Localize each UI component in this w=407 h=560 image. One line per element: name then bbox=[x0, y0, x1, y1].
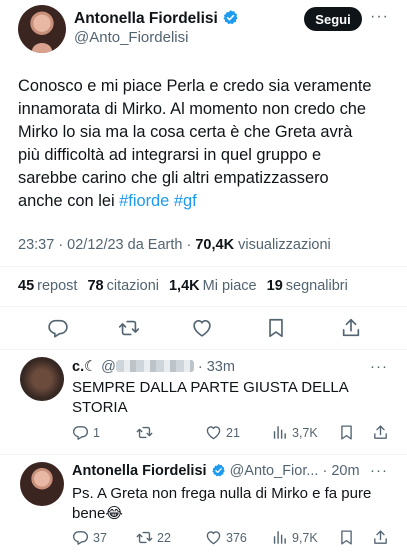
reply-handle[interactable]: @Anto_Fior... bbox=[230, 463, 319, 479]
tweet-text-line: Mirko lo sia ma la cosa certa è che Gret… bbox=[18, 123, 353, 141]
reply-views-button[interactable]: 3,7K bbox=[271, 424, 318, 441]
reply-header: Antonella Fiordelisi @Anto_Fior... · 20m bbox=[72, 463, 360, 479]
tweet-timestamp[interactable]: 23:37 · 02/12/23 da Earth · bbox=[18, 237, 191, 253]
share-icon[interactable] bbox=[372, 529, 389, 546]
repost-icon bbox=[136, 531, 153, 544]
likes-stat[interactable]: 1,4K Mi piace bbox=[169, 278, 257, 294]
reply-views-count: 3,7K bbox=[292, 425, 318, 440]
follow-button[interactable]: Segui bbox=[304, 7, 362, 31]
reply-like-button[interactable]: 376 bbox=[205, 529, 247, 546]
repost-icon bbox=[136, 426, 153, 439]
reply-time[interactable]: · 20m bbox=[322, 463, 359, 479]
divider bbox=[0, 349, 407, 350]
views-label: visualizzazioni bbox=[238, 237, 331, 253]
divider bbox=[0, 266, 407, 267]
views-icon bbox=[273, 426, 286, 439]
reply-text-line: SEMPRE DALLA PARTE GIUSTA DELLA bbox=[72, 379, 349, 396]
bookmarks-count: 19 bbox=[266, 278, 283, 294]
share-icon[interactable] bbox=[340, 317, 362, 339]
likes-count: 1,4K bbox=[168, 278, 200, 294]
reply-reply-button[interactable]: 37 bbox=[72, 529, 107, 546]
verified-badge-icon bbox=[223, 10, 238, 25]
bookmarks-label: segnalibri bbox=[285, 278, 348, 294]
reply-replies-count: 1 bbox=[93, 425, 100, 440]
tweet-text-last-line: anche con lei #fiorde #gf bbox=[18, 190, 402, 213]
divider bbox=[0, 454, 407, 455]
reply-author-name[interactable]: Antonella Fiordelisi bbox=[72, 463, 207, 479]
bookmark-icon[interactable] bbox=[265, 317, 287, 339]
reply-reply-button[interactable]: 1 bbox=[72, 424, 100, 441]
divider bbox=[0, 306, 407, 307]
reply-repost-button[interactable] bbox=[136, 424, 157, 441]
author-handle[interactable]: @Anto_Fiordelisi bbox=[74, 29, 188, 46]
reply-handle[interactable]: @ bbox=[101, 359, 116, 375]
reply-icon bbox=[72, 531, 89, 545]
like-icon[interactable] bbox=[191, 317, 213, 339]
tweet-text-line: più difficoltà ad integrarsi in quel gru… bbox=[18, 146, 322, 164]
reply-avatar[interactable] bbox=[20, 462, 64, 506]
reply-time[interactable]: · 33m bbox=[198, 359, 235, 375]
reply-avatar[interactable] bbox=[20, 357, 64, 401]
reply-like-button[interactable]: 21 bbox=[205, 424, 240, 441]
reply-reposts-count: 22 bbox=[157, 530, 171, 545]
author-name[interactable]: Antonella Fiordelisi bbox=[74, 10, 218, 27]
reply-text-line: Ps. A Greta non frega nulla di Mirko e f… bbox=[72, 485, 372, 502]
reply-likes-count: 21 bbox=[226, 425, 240, 440]
reply-icon bbox=[72, 426, 89, 440]
reply-icon[interactable] bbox=[47, 317, 69, 339]
reply-text: SEMPRE DALLA PARTE GIUSTA DELLA STORIA bbox=[72, 378, 392, 418]
tweet-text-line: Conosco e mi piace Perla e credo sia ver… bbox=[18, 77, 372, 95]
quotes-label: citazioni bbox=[106, 278, 159, 294]
verified-badge-icon bbox=[211, 463, 225, 477]
reposts-count: 45 bbox=[18, 278, 35, 294]
bookmark-icon[interactable] bbox=[338, 424, 355, 441]
reply-text: Ps. A Greta non frega nulla di Mirko e f… bbox=[72, 484, 392, 524]
views-count: 70,4K bbox=[195, 237, 235, 253]
hashtag-link[interactable]: #gf bbox=[174, 192, 197, 210]
bookmark-icon[interactable] bbox=[338, 529, 355, 546]
author-avatar[interactable] bbox=[18, 5, 66, 53]
reply-text-line: bene😂 bbox=[72, 505, 123, 522]
tweet-text: Conosco e mi piace Perla e credo sia ver… bbox=[18, 75, 402, 213]
redacted-handle bbox=[115, 360, 194, 372]
tweet-text-line: sarebbe carino che gli altri empatizzass… bbox=[18, 169, 329, 187]
bookmarks-stat[interactable]: 19 segnalibri bbox=[267, 278, 348, 294]
tweet-text-line: innamorata di Mirko. Al momento non cred… bbox=[18, 100, 367, 118]
quotes-stat[interactable]: 78 citazioni bbox=[87, 278, 159, 294]
reply-views-count: 9,7K bbox=[292, 530, 318, 545]
reply-author-name[interactable]: c.☾ bbox=[72, 359, 97, 375]
hashtag-link[interactable]: #fiorde bbox=[119, 192, 169, 210]
tweet-meta: 23:37 · 02/12/23 da Earth · 70,4K visual… bbox=[18, 237, 331, 253]
author-name-row[interactable]: Antonella Fiordelisi bbox=[74, 9, 239, 28]
like-icon bbox=[206, 531, 221, 545]
tweet-text-line: anche con lei bbox=[18, 192, 115, 210]
likes-label: Mi piace bbox=[202, 278, 257, 294]
reply-text-line: STORIA bbox=[72, 399, 128, 416]
reply-replies-count: 37 bbox=[93, 530, 107, 545]
views-icon bbox=[273, 531, 286, 544]
repost-icon[interactable] bbox=[118, 317, 140, 339]
share-icon[interactable] bbox=[372, 424, 389, 441]
engagement-stats: 45 repost 78 citazioni 1,4K Mi piace 19 segnali… bbox=[18, 278, 348, 294]
reply-repost-button[interactable]: 22 bbox=[136, 529, 171, 546]
more-icon[interactable]: ··· bbox=[370, 8, 389, 26]
reply-header: c.☾ @ · 33m bbox=[72, 359, 235, 375]
more-icon[interactable]: ··· bbox=[370, 358, 388, 375]
quotes-count: 78 bbox=[87, 278, 104, 294]
reply-views-button[interactable]: 9,7K bbox=[271, 529, 318, 546]
reply-likes-count: 376 bbox=[226, 530, 247, 545]
reposts-label: repost bbox=[37, 278, 78, 294]
more-icon[interactable]: ··· bbox=[370, 462, 388, 479]
reposts-stat[interactable]: 45 repost bbox=[18, 278, 77, 294]
like-icon bbox=[206, 426, 221, 440]
